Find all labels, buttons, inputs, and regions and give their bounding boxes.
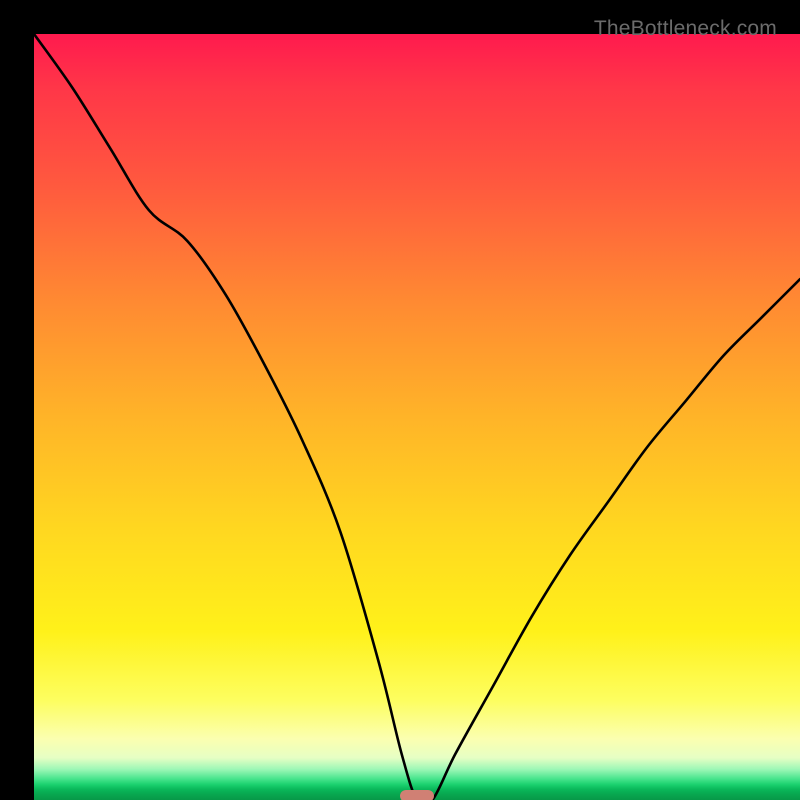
watermark-text: TheBottleneck.com [594, 17, 777, 41]
chart-frame: TheBottleneck.com [0, 0, 800, 800]
plot-area [34, 34, 800, 800]
bottleneck-curve [34, 34, 800, 800]
balance-point-marker [400, 790, 434, 800]
